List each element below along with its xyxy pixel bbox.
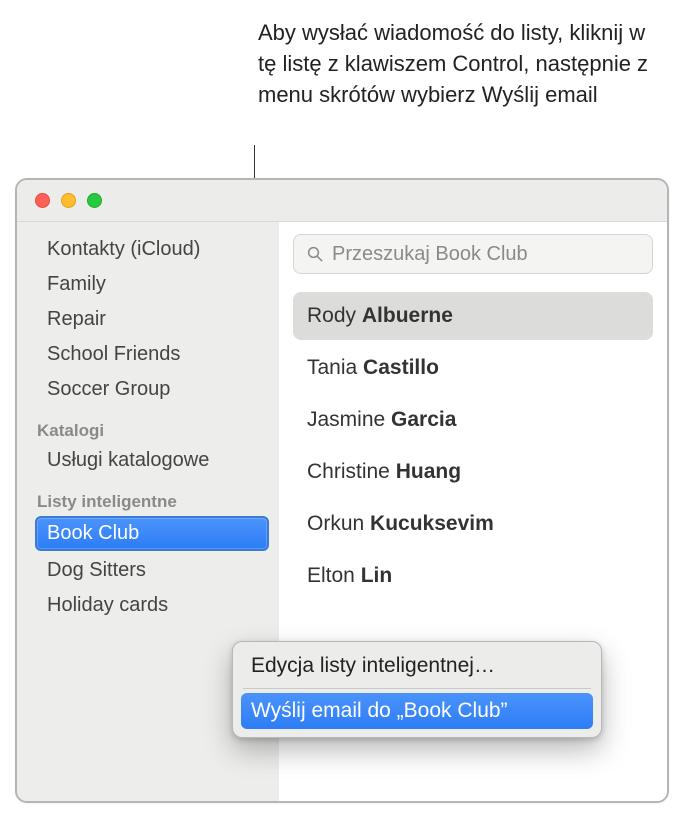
contact-list: Rody AlbuerneTania CastilloJasmine Garci… <box>293 292 653 600</box>
contact-row[interactable]: Jasmine Garcia <box>293 396 653 444</box>
contact-last-name: Albuerne <box>362 304 453 327</box>
menu-item-edit-smart-list[interactable]: Edycja listy inteligentnej… <box>241 648 593 684</box>
contact-last-name: Kucuksevim <box>370 512 494 535</box>
menu-divider <box>243 688 591 689</box>
contact-first-name: Orkun <box>307 512 364 535</box>
zoom-traffic-light[interactable] <box>87 193 102 208</box>
instruction-callout: Aby wysłać wiadomość do listy, kliknij w… <box>258 18 654 110</box>
sidebar-item[interactable]: Family <box>17 267 279 302</box>
sidebar-item[interactable]: Repair <box>17 302 279 337</box>
window-titlebar <box>17 180 667 222</box>
contact-row[interactable]: Elton Lin <box>293 552 653 600</box>
contact-first-name: Elton <box>307 564 355 587</box>
close-traffic-light[interactable] <box>35 193 50 208</box>
contact-row[interactable]: Tania Castillo <box>293 344 653 392</box>
sidebar-item[interactable]: Soccer Group <box>17 372 279 407</box>
sidebar-item[interactable]: Holiday cards <box>17 588 279 623</box>
contact-first-name: Tania <box>307 356 357 379</box>
menu-item-send-email[interactable]: Wyślij email do „Book Club” <box>241 693 593 729</box>
contact-row[interactable]: Rody Albuerne <box>293 292 653 340</box>
sidebar-item[interactable]: Kontakty (iCloud) <box>17 232 279 267</box>
context-menu: Edycja listy inteligentnej… Wyślij email… <box>232 641 602 738</box>
minimize-traffic-light[interactable] <box>61 193 76 208</box>
contact-row[interactable]: Christine Huang <box>293 448 653 496</box>
contact-last-name: Garcia <box>391 408 456 431</box>
sidebar-item[interactable]: Book Club <box>35 516 269 551</box>
sidebar-section-header: Katalogi <box>17 407 279 443</box>
search-icon <box>306 245 324 263</box>
contact-first-name: Jasmine <box>307 408 385 431</box>
contact-first-name: Rody <box>307 304 356 327</box>
contact-row[interactable]: Orkun Kucuksevim <box>293 500 653 548</box>
sidebar-item[interactable]: School Friends <box>17 337 279 372</box>
contacts-window: Kontakty (iCloud)FamilyRepairSchool Frie… <box>15 178 669 803</box>
sidebar-item[interactable]: Usługi katalogowe <box>17 443 279 478</box>
search-placeholder: Przeszukaj Book Club <box>332 243 528 266</box>
contact-last-name: Lin <box>361 564 393 587</box>
contact-first-name: Christine <box>307 460 390 483</box>
search-field[interactable]: Przeszukaj Book Club <box>293 234 653 274</box>
contact-last-name: Castillo <box>363 356 439 379</box>
sidebar-section-header: Listy inteligentne <box>17 478 279 514</box>
sidebar-item[interactable]: Dog Sitters <box>17 553 279 588</box>
contact-last-name: Huang <box>396 460 461 483</box>
